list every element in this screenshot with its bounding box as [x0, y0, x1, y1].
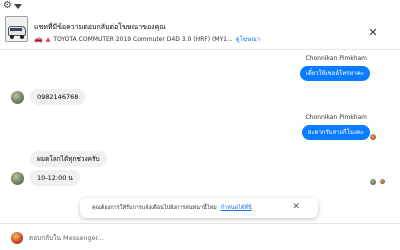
contact-avatar[interactable] — [11, 91, 24, 104]
listing-subtitle: 🚗 ▲ TOYOTA COMMUTER 2019 Commuter D4D 3.… — [34, 34, 260, 44]
seen-receipt-avatar — [370, 179, 376, 185]
chevron-down-icon[interactable] — [13, 4, 22, 9]
message-sender-name: Chonnikan Pimkham — [305, 114, 368, 121]
message-input[interactable] — [29, 231, 389, 245]
chat-header: แชทที่มีข้อความตอบกลับต่อโฆษณาของคุณ 🚗 ▲… — [0, 14, 400, 50]
message-composer — [0, 223, 400, 250]
incoming-message-bubble[interactable]: ผมตโลกได้ทุกช่วงครับ — [30, 151, 107, 167]
close-icon[interactable]: ✕ — [368, 27, 378, 38]
settings-icon[interactable]: ⚙ — [3, 1, 12, 11]
incoming-message-bubble[interactable]: 0982146768 — [30, 89, 86, 105]
notification-prompt-text: คุณต้องการให้รับการแจ้งเตือนไปยังการสนทน… — [92, 205, 217, 211]
listing-vehicle-name: TOYOTA COMMUTER 2019 Commuter D4D 3.0 (H… — [53, 35, 233, 43]
outgoing-message-bubble[interactable]: สะดวกรับสายกี่โมงคะ — [301, 125, 370, 140]
car-icon: 🚗 — [34, 35, 43, 43]
listing-thumbnail[interactable] — [5, 16, 28, 42]
flame-icon: ▲ — [45, 35, 51, 43]
seen-receipt-avatar — [370, 134, 376, 140]
close-icon[interactable]: ✕ — [292, 203, 300, 212]
outgoing-message-bubble[interactable]: เดี๋ยวให้เซลล์โทรหาคะ — [299, 66, 370, 81]
notification-settings-link[interactable]: กำหนดได้ที่นี่ — [221, 204, 252, 212]
notification-prompt: คุณต้องการให้รับการแจ้งเตือนไปยังการสนทน… — [80, 198, 318, 218]
chat-header-title: แชทที่มีข้อความตอบกลับต่อโฆษณาของคุณ — [34, 23, 166, 31]
messenger-chat-window: ⚙ แชทที่มีข้อความตอบกลับต่อโฆษณาของคุณ 🚗… — [0, 0, 400, 250]
contact-avatar[interactable] — [11, 172, 24, 185]
user-avatar — [11, 232, 23, 244]
incoming-message-bubble[interactable]: 10-12:00 น — [30, 170, 80, 186]
message-sender-name: Chonnikan Pimkham — [305, 55, 368, 62]
top-menu[interactable]: ⚙ — [3, 0, 22, 12]
view-ad-link[interactable]: ดูโฆษณา — [236, 34, 260, 44]
seen-receipt-avatar — [380, 179, 385, 184]
